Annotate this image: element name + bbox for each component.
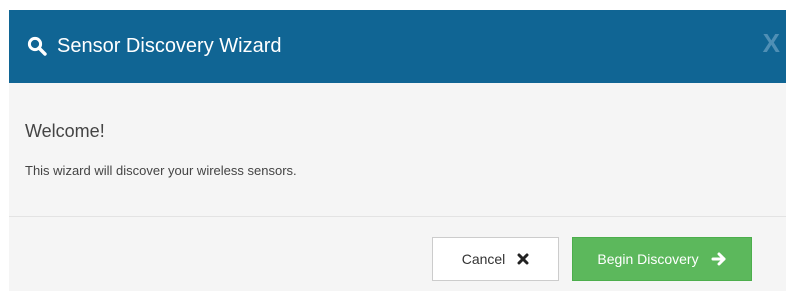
close-icon <box>517 253 529 265</box>
arrow-right-icon <box>711 251 727 267</box>
begin-discovery-button[interactable]: Begin Discovery <box>572 237 752 281</box>
dialog-footer: Cancel Begin Discovery <box>9 217 786 291</box>
dialog-title-wrap: Sensor Discovery Wizard <box>27 34 282 58</box>
cancel-button[interactable]: Cancel <box>432 237 559 281</box>
wizard-description: This wizard will discover your wireless … <box>25 163 297 178</box>
dialog-header: Sensor Discovery Wizard X <box>9 10 786 83</box>
close-button[interactable]: X <box>763 28 780 58</box>
sensor-discovery-dialog: Sensor Discovery Wizard X Welcome! This … <box>9 10 786 291</box>
dialog-title: Sensor Discovery Wizard <box>57 35 282 57</box>
welcome-heading: Welcome! <box>25 121 105 141</box>
begin-discovery-label: Begin Discovery <box>597 251 699 267</box>
cancel-button-label: Cancel <box>461 251 506 267</box>
dialog-body: Welcome! This wizard will discover your … <box>9 83 786 217</box>
search-icon <box>27 36 47 56</box>
